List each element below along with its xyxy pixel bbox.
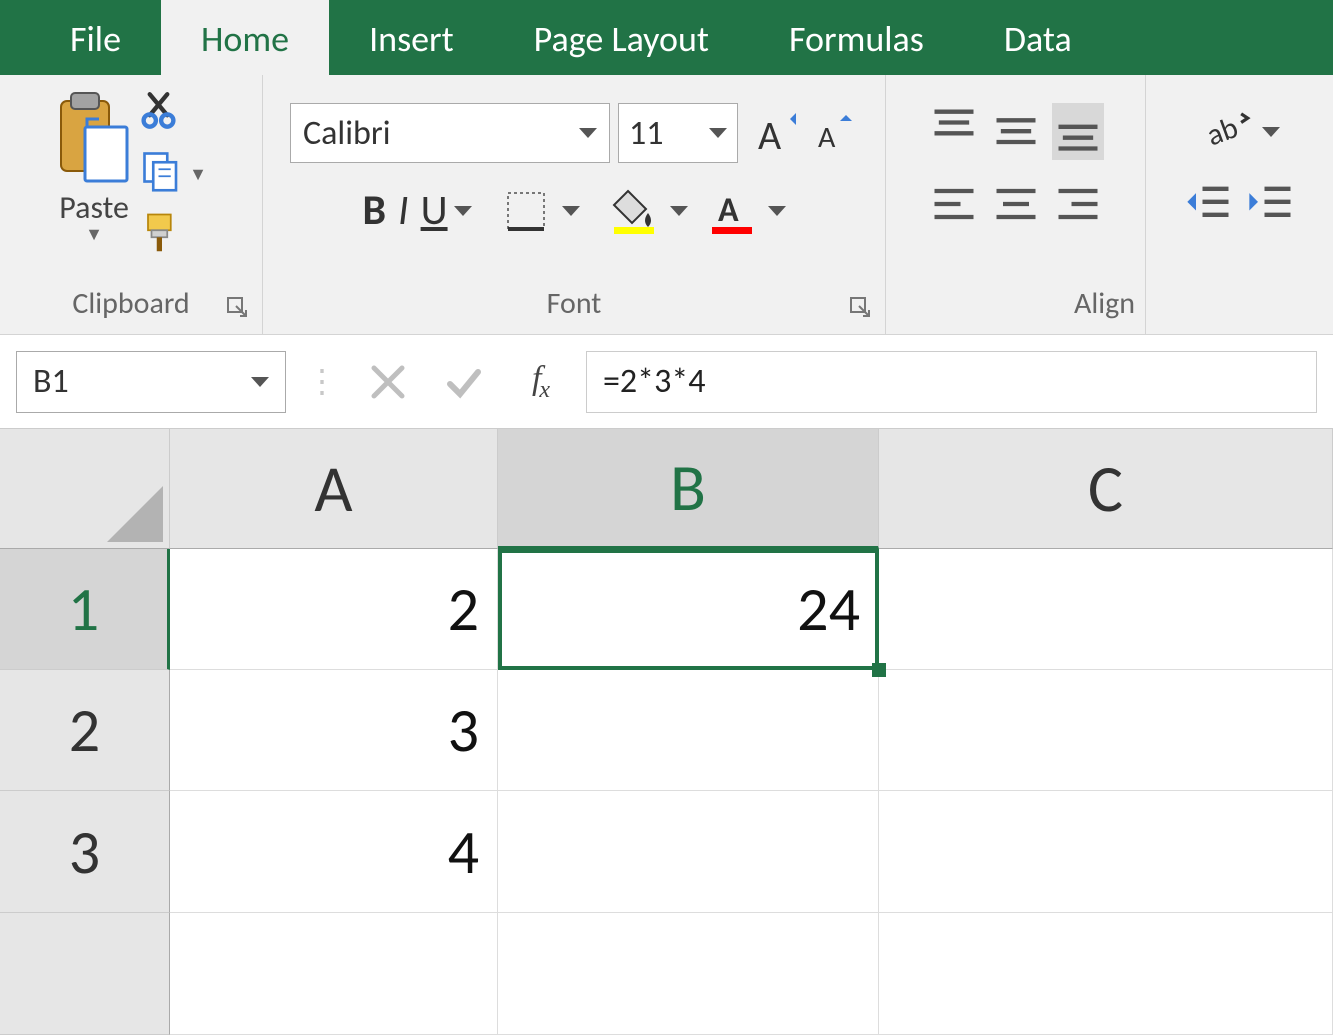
formula-input[interactable]: =2*3*4 (586, 351, 1317, 413)
bold-button[interactable]: B (362, 185, 386, 236)
borders-dropdown-caret[interactable] (562, 206, 580, 216)
increase-font-size-button[interactable]: A (754, 109, 802, 157)
underline-button[interactable]: U (421, 185, 448, 236)
clipboard-launcher[interactable] (226, 296, 250, 320)
group-font-label: Font (547, 285, 602, 322)
tab-formulas[interactable]: Formulas (749, 0, 964, 75)
cell-A1[interactable]: 2 (170, 549, 498, 670)
fill-handle[interactable] (872, 663, 886, 677)
tab-page-layout[interactable]: Page Layout (494, 0, 749, 75)
svg-text:A: A (758, 111, 782, 157)
scissors-icon (141, 89, 183, 136)
column-header-B[interactable]: B (498, 429, 879, 549)
increase-indent-button[interactable] (1245, 178, 1297, 235)
worksheet-grid: A B C 1 2 24 2 3 3 4 (0, 429, 1333, 1035)
cancel-formula-button[interactable] (358, 351, 418, 413)
cut-button[interactable] (141, 89, 183, 136)
enter-formula-button[interactable] (434, 351, 494, 413)
group-font: Calibri 11 A A B I U (263, 75, 886, 334)
cell-A2[interactable]: 3 (170, 670, 498, 791)
paste-button[interactable]: Paste ▼ (55, 85, 133, 258)
align-center-button[interactable] (990, 178, 1042, 235)
paste-dropdown-caret[interactable]: ▼ (85, 223, 103, 245)
format-painter-button[interactable] (141, 211, 183, 258)
decrease-font-size-button[interactable]: A (810, 109, 858, 157)
separator: ⋮ (302, 362, 342, 401)
row-header-1[interactable]: 1 (0, 549, 170, 670)
decrease-indent-button[interactable] (1183, 178, 1235, 235)
cell-C1[interactable] (879, 549, 1333, 670)
row-header-3[interactable]: 3 (0, 791, 170, 913)
paste-icon (55, 91, 133, 188)
svg-text:ab: ab (1201, 109, 1242, 154)
copy-button[interactable]: ▼ (141, 150, 207, 197)
formula-bar: B1 ⋮ fx =2*3*4 (0, 335, 1333, 429)
column-header-C[interactable]: C (879, 429, 1333, 549)
align-right-button[interactable] (1052, 178, 1104, 235)
tab-home[interactable]: Home (161, 0, 329, 75)
orientation-dropdown-caret[interactable] (1262, 127, 1280, 137)
tab-file[interactable]: File (30, 0, 161, 75)
align-bottom-button[interactable] (1052, 103, 1104, 160)
font-color-dropdown-caret[interactable] (768, 206, 786, 216)
cell-B3[interactable] (498, 791, 879, 913)
font-size-combo[interactable]: 11 (618, 103, 738, 163)
group-clipboard-label: Clipboard (72, 285, 189, 322)
italic-button[interactable]: I (398, 185, 409, 236)
font-name-combo[interactable]: Calibri (290, 103, 610, 163)
insert-function-button[interactable]: fx (510, 351, 570, 413)
fill-color-dropdown-caret[interactable] (670, 206, 688, 216)
ribbon-tabs: File Home Insert Page Layout Formulas Da… (0, 0, 1333, 75)
copy-dropdown-caret[interactable]: ▼ (189, 163, 207, 185)
copy-icon (141, 150, 183, 197)
group-clipboard: Paste ▼ ▼ (0, 75, 263, 334)
tab-insert[interactable]: Insert (329, 0, 494, 75)
font-size-value: 11 (629, 113, 663, 154)
fx-icon: fx (532, 360, 548, 404)
svg-text:A: A (718, 190, 739, 231)
cell-A3[interactable]: 4 (170, 791, 498, 913)
cell-B4[interactable] (498, 913, 879, 1035)
font-name-value: Calibri (303, 113, 391, 154)
align-middle-button[interactable] (990, 103, 1042, 160)
underline-dropdown-caret[interactable] (454, 206, 472, 216)
borders-button[interactable] (502, 187, 550, 235)
font-launcher[interactable] (849, 296, 873, 320)
column-header-A[interactable]: A (170, 429, 498, 549)
group-alignment: Align (886, 75, 1146, 334)
format-painter-icon (141, 211, 183, 258)
chevron-down-icon (251, 377, 269, 387)
cell-C2[interactable] (879, 670, 1333, 791)
align-top-button[interactable] (928, 103, 980, 160)
ribbon: Paste ▼ ▼ (0, 75, 1333, 335)
row-header-4[interactable] (0, 913, 170, 1035)
row-header-2[interactable]: 2 (0, 670, 170, 791)
cell-B2[interactable] (498, 670, 879, 791)
name-box[interactable]: B1 (16, 351, 286, 413)
font-color-button[interactable]: A (708, 187, 756, 235)
group-alignment-label: Align (1074, 285, 1135, 322)
cell-C3[interactable] (879, 791, 1333, 913)
chevron-down-icon (709, 128, 727, 138)
paste-label: Paste (59, 188, 129, 227)
chevron-down-icon (579, 128, 597, 138)
name-box-value: B1 (33, 361, 69, 402)
cell-B1[interactable]: 24 (498, 549, 879, 670)
formula-value: =2*3*4 (603, 361, 706, 402)
svg-text:A: A (818, 119, 836, 156)
orientation-button[interactable]: ab (1200, 103, 1252, 160)
fill-color-button[interactable] (610, 187, 658, 235)
cell-C4[interactable] (879, 913, 1333, 1035)
group-extra: ab (1146, 75, 1333, 334)
tab-data[interactable]: Data (964, 0, 1112, 75)
select-all-corner[interactable] (0, 429, 170, 549)
align-left-button[interactable] (928, 178, 980, 235)
cell-A4[interactable] (170, 913, 498, 1035)
